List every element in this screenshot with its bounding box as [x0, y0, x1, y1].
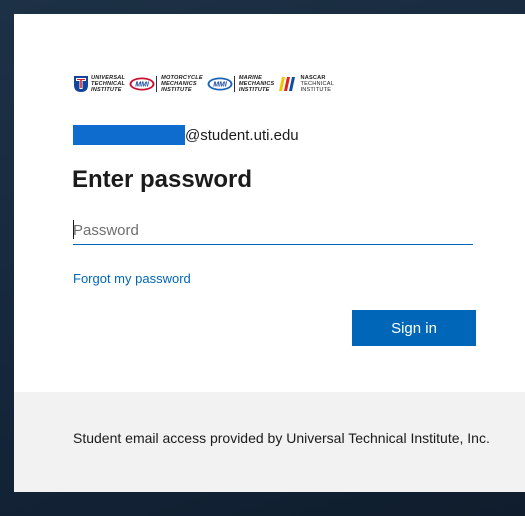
motorcycle-logo-text: MOTORCYCLE MECHANICS INSTITUTE — [161, 75, 203, 93]
logo-divider — [233, 76, 235, 92]
logo-divider — [156, 76, 158, 92]
redacted-username — [73, 125, 185, 145]
marine-logo-text: MARINE MECHANICS INSTITUTE — [238, 75, 275, 93]
uti-logo-icon — [74, 76, 88, 92]
text-caret — [73, 220, 74, 239]
email-domain: @student.uti.edu — [185, 126, 299, 144]
mmi-marine-badge-icon: MMI — [207, 77, 233, 91]
uti-logo-text: UNIVERSAL TECHNICAL INSTITUTE — [91, 75, 126, 93]
footer-panel: Student email access provided by Univers… — [14, 392, 525, 492]
svg-text:MMI: MMI — [213, 82, 228, 89]
forgot-password-link[interactable]: Forgot my password — [73, 271, 191, 286]
brand-logos: UNIVERSAL TECHNICAL INSTITUTE MMI MOTORCYC… — [73, 74, 338, 94]
mmi-badge-icon: MMI — [129, 77, 155, 91]
svg-text:MMI: MMI — [135, 82, 150, 89]
sign-in-button[interactable]: Sign in — [352, 310, 476, 346]
nascar-logo-text: NASCAR TECHNICAL INSTITUTE — [300, 75, 335, 93]
page-title: Enter password — [72, 166, 253, 193]
footer-text: Student email access provided by Univers… — [73, 430, 490, 446]
account-identity: @student.uti.edu — [73, 125, 299, 145]
nascar-stripes-icon — [278, 77, 295, 91]
password-input[interactable] — [73, 216, 473, 245]
